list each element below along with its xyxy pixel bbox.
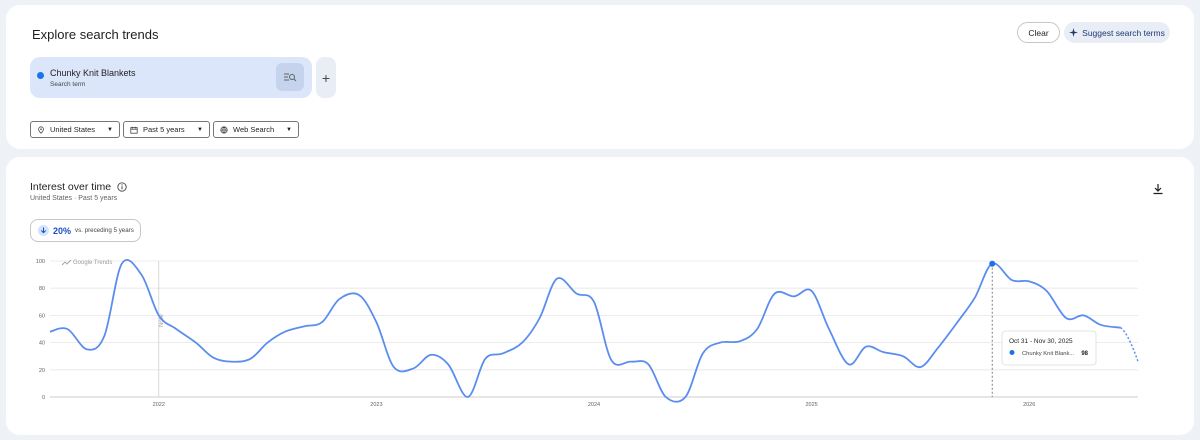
watermark-text: Google Trends: [73, 260, 112, 266]
suggest-label: Suggest search terms: [1082, 27, 1165, 38]
explore-panel: Explore search trends Clear Suggest sear…: [6, 5, 1194, 149]
y-tick-label: 100: [36, 259, 45, 265]
tooltip-value: 98: [1081, 351, 1088, 357]
tooltip-box: [1001, 330, 1097, 366]
term-name: Chunky Knit Blankets: [50, 68, 136, 78]
x-tick-label: 2025: [805, 402, 817, 408]
search-property-label: Web Search: [233, 125, 275, 134]
explore-title: Explore search trends: [32, 27, 159, 42]
y-tick-label: 40: [39, 341, 45, 347]
google-trends-watermark: Google Trends: [61, 259, 112, 266]
interest-over-time-panel: Interest over time United States · Past …: [6, 157, 1194, 435]
tooltip-term: Chunky Knit Blank...: [1022, 351, 1075, 357]
region-filter[interactable]: United States ▼: [30, 121, 120, 138]
y-tick-label: 60: [39, 313, 45, 319]
hover-tooltip: Oct 31 - Nov 30, 2025 Chunky Knit Blank..…: [1001, 330, 1097, 366]
location-icon: [38, 125, 44, 134]
x-tick-label: 2024: [588, 402, 600, 408]
time-range-filter[interactable]: Past 5 years ▼: [123, 121, 210, 138]
y-tick-label: 20: [39, 368, 45, 374]
x-tick-label: 2022: [153, 402, 165, 408]
series-line-chunky-knit-blankets: [49, 259, 1121, 403]
x-tick-label: 2023: [370, 402, 382, 408]
y-tick-label: 80: [39, 286, 45, 292]
chevron-down-icon: ▼: [197, 126, 203, 133]
calendar-icon: [130, 126, 138, 134]
term-subtitle: Search term: [50, 81, 86, 88]
hover-point: [989, 260, 996, 267]
suggest-search-terms-button[interactable]: Suggest search terms: [1064, 22, 1170, 43]
globe-icon: [220, 125, 228, 134]
region-label: United States: [50, 125, 96, 134]
interest-line-chart[interactable]: 0204060801002022 2023 2024 2025 2026NoteGoog…: [6, 157, 1194, 435]
x-tick-label: 2026: [1023, 402, 1035, 408]
time-range-label: Past 5 years: [143, 125, 185, 134]
chevron-down-icon: ▼: [107, 126, 113, 133]
list-search-icon: [284, 73, 297, 82]
search-property-filter[interactable]: Web Search ▼: [213, 121, 299, 138]
term-search-button[interactable]: [276, 63, 304, 91]
sparkle-icon: [1069, 28, 1079, 37]
tooltip-series-dot: [1009, 350, 1015, 355]
y-tick-label: 0: [42, 395, 45, 401]
term-color-dot: [37, 72, 44, 79]
tooltip-date: Oct 31 - Nov 30, 2025: [1009, 338, 1073, 345]
chevron-down-icon: ▼: [286, 126, 292, 133]
series-partial-data-line: [1120, 327, 1139, 362]
clear-button[interactable]: Clear: [1017, 22, 1060, 43]
add-term-button[interactable]: +: [316, 57, 336, 98]
search-term-card[interactable]: Chunky Knit Blankets Search term: [30, 57, 312, 98]
